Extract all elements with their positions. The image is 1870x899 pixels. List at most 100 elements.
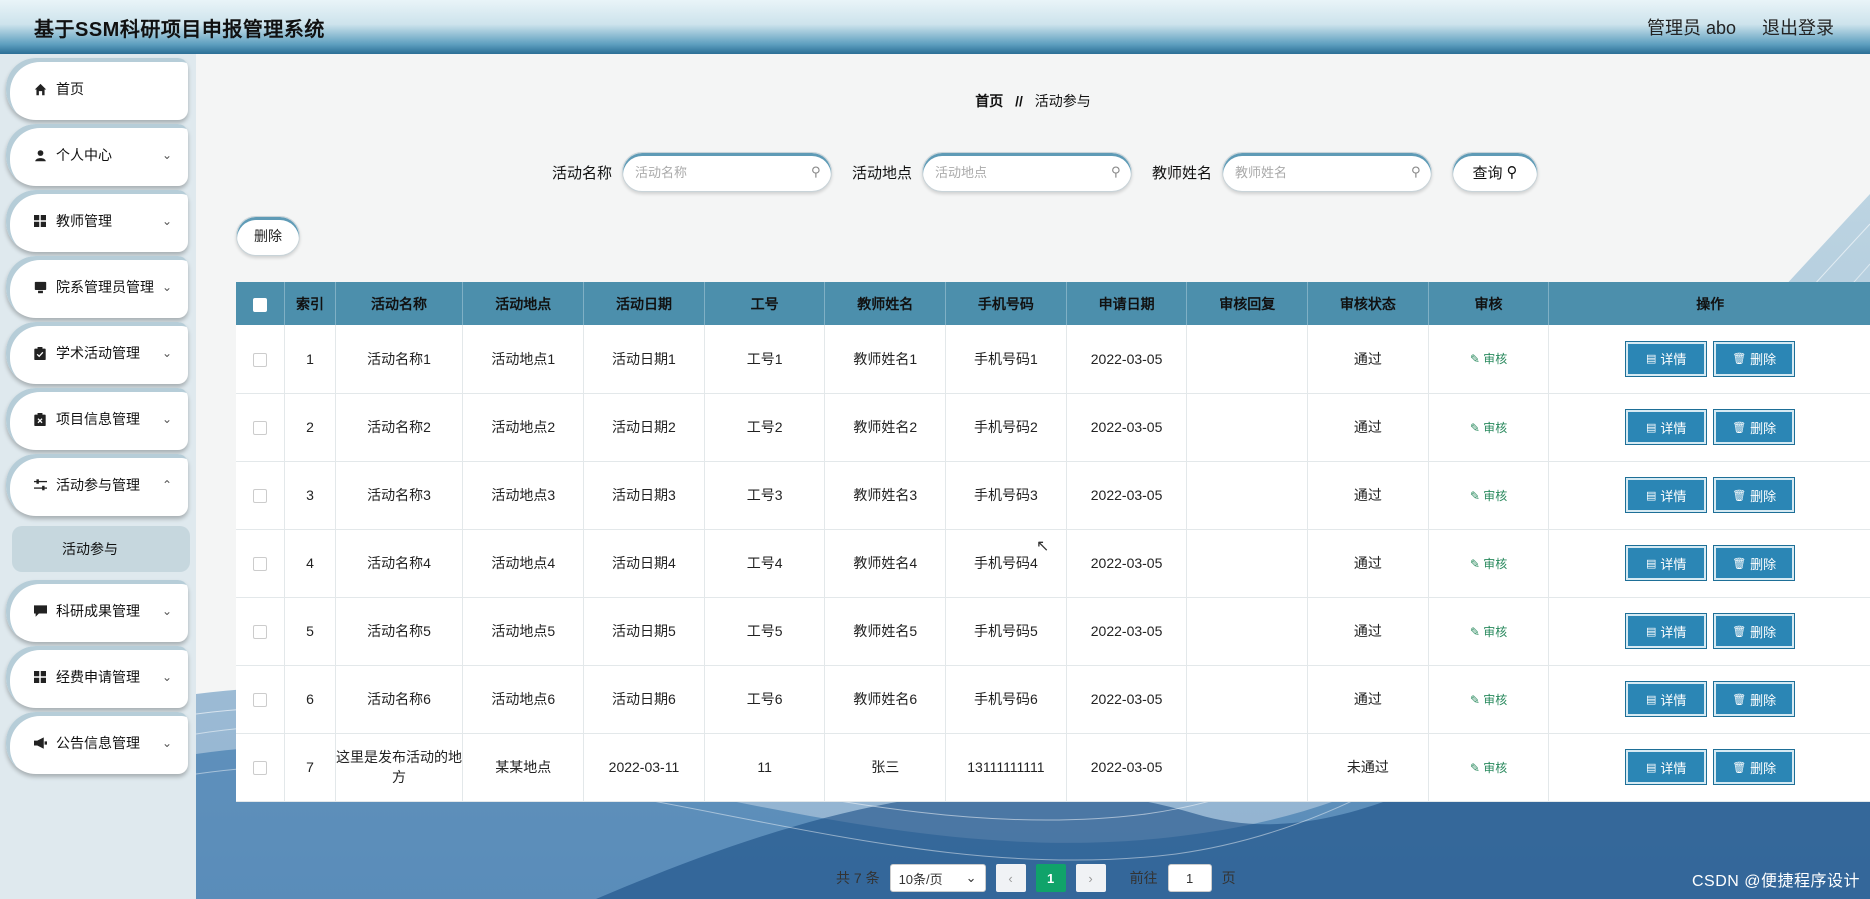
sidebar-item-teacher[interactable]: 教师管理 ⌄ bbox=[6, 190, 188, 252]
activity-place-input[interactable] bbox=[935, 164, 1112, 180]
select-all-checkbox[interactable] bbox=[253, 297, 268, 312]
audit-link[interactable]: ✎ 审核 bbox=[1470, 421, 1507, 435]
audit-cell: ✎ 审核 bbox=[1428, 461, 1550, 530]
audit-link-label: 审核 bbox=[1483, 624, 1508, 639]
delete-row-button[interactable]: 🗑 删除 bbox=[1714, 682, 1795, 716]
cell-reply bbox=[1186, 461, 1309, 530]
row-checkbox[interactable] bbox=[253, 625, 268, 640]
audit-link[interactable]: ✎ 审核 bbox=[1470, 489, 1507, 503]
detail-button[interactable]: ▤ 详情 bbox=[1626, 614, 1707, 648]
sidebar-item-notice[interactable]: 公告信息管理 ⌄ bbox=[6, 712, 188, 774]
cell-phone: 手机号码2 bbox=[945, 393, 1067, 462]
teacher-name-input[interactable] bbox=[1235, 164, 1412, 180]
batch-delete-button[interactable]: 删除 bbox=[236, 216, 300, 256]
delete-row-button[interactable]: 🗑 删除 bbox=[1714, 546, 1795, 580]
cell-apply: 2022-03-05 bbox=[1066, 529, 1188, 598]
table-row: 4 活动名称4 活动地点4 活动日期4 工号4 教师姓名4 手机号码4 2022-03-05 通… bbox=[236, 529, 1870, 598]
detail-button-label: 详情 bbox=[1660, 760, 1687, 776]
cell-name: 活动名称4 bbox=[335, 529, 464, 598]
audit-link[interactable]: ✎ 审核 bbox=[1470, 625, 1507, 639]
cell-id: 工号5 bbox=[704, 597, 826, 666]
cell-reply bbox=[1186, 393, 1309, 462]
detail-button[interactable]: ▤ 详情 bbox=[1626, 410, 1707, 444]
delete-button-label: 删除 bbox=[1750, 556, 1777, 572]
audit-link[interactable]: ✎ 审核 bbox=[1470, 693, 1507, 707]
page-size-select[interactable]: 10条/页 ⌄ bbox=[889, 864, 986, 892]
delete-row-button[interactable]: 🗑 删除 bbox=[1714, 341, 1795, 376]
cell-apply: 2022-03-05 bbox=[1066, 325, 1188, 394]
delete-row-button[interactable]: 🗑 删除 bbox=[1714, 750, 1795, 784]
sidebar-item-funding[interactable]: 经费申请管理 ⌄ bbox=[6, 646, 188, 708]
activity-name-input[interactable] bbox=[635, 164, 812, 180]
sidebar-subitem-activity-participation[interactable]: 活动参与 bbox=[12, 526, 190, 572]
audit-link[interactable]: ✎ 审核 bbox=[1470, 352, 1507, 366]
edit-icon: ✎ bbox=[1469, 352, 1484, 367]
document-icon: ▤ bbox=[1645, 625, 1657, 638]
row-checkbox[interactable] bbox=[253, 489, 268, 504]
audit-link[interactable]: ✎ 审核 bbox=[1470, 557, 1507, 571]
audit-link-label: 审核 bbox=[1483, 352, 1508, 367]
sidebar-item-project[interactable]: 项目信息管理 ⌄ bbox=[6, 388, 188, 450]
cell-status: 通过 bbox=[1307, 529, 1429, 598]
sidebar-item-label: 项目信息管理 bbox=[56, 411, 140, 427]
chevron-right-icon: › bbox=[1088, 870, 1093, 886]
next-page-button[interactable]: › bbox=[1075, 864, 1106, 892]
audit-cell: ✎ 审核 bbox=[1428, 665, 1550, 734]
sidebar-item-label: 个人中心 bbox=[56, 147, 112, 163]
activity-place-field[interactable]: ⚲ bbox=[922, 152, 1133, 192]
sidebar-item-academic[interactable]: 学术活动管理 ⌄ bbox=[6, 322, 188, 384]
current-page-button[interactable]: 1 bbox=[1035, 864, 1066, 892]
actions-cell: ▤ 详情 🗑 删除 bbox=[1548, 733, 1870, 802]
row-checkbox[interactable] bbox=[253, 761, 268, 776]
detail-button[interactable]: ▤ 详情 bbox=[1626, 341, 1707, 376]
detail-button-label: 详情 bbox=[1660, 692, 1687, 708]
clipboard-x-icon bbox=[32, 411, 48, 427]
cell-date: 活动日期1 bbox=[583, 325, 705, 394]
detail-button[interactable]: ▤ 详情 bbox=[1626, 478, 1707, 512]
cell-apply: 2022-03-05 bbox=[1066, 461, 1188, 530]
mouse-cursor-icon: ↖ bbox=[1036, 538, 1050, 555]
chevron-down-icon: ⌄ bbox=[161, 736, 172, 750]
trash-icon: 🗑 bbox=[1732, 557, 1747, 570]
detail-button[interactable]: ▤ 详情 bbox=[1626, 682, 1707, 716]
cell-idx: 3 bbox=[284, 461, 336, 530]
sliders-icon bbox=[32, 477, 48, 493]
current-user[interactable]: 管理员 abo bbox=[1647, 14, 1736, 40]
cell-phone: 手机号码6 bbox=[945, 665, 1067, 734]
total-count: 共 7 条 bbox=[836, 870, 880, 886]
row-checkbox[interactable] bbox=[253, 352, 268, 367]
teacher-name-field[interactable]: ⚲ bbox=[1222, 152, 1433, 192]
document-icon: ▤ bbox=[1645, 489, 1657, 502]
actions-cell: ▤ 详情 🗑 删除 bbox=[1548, 597, 1870, 666]
activity-name-field[interactable]: ⚲ bbox=[622, 152, 833, 192]
goto-page-input[interactable]: 1 bbox=[1167, 864, 1212, 892]
delete-row-button[interactable]: 🗑 删除 bbox=[1714, 410, 1795, 444]
row-select-cell bbox=[236, 597, 286, 666]
logout-link[interactable]: 退出登录 bbox=[1762, 14, 1834, 40]
query-button[interactable]: 查询 ⚲ bbox=[1452, 152, 1539, 192]
sidebar-item-home[interactable]: 首页 bbox=[6, 58, 188, 120]
cell-teacher: 教师姓名3 bbox=[824, 461, 947, 530]
sidebar-item-activity[interactable]: 活动参与管理 ⌃ bbox=[6, 454, 188, 516]
delete-row-button[interactable]: 🗑 删除 bbox=[1714, 614, 1795, 648]
detail-button[interactable]: ▤ 详情 bbox=[1626, 546, 1707, 580]
audit-link[interactable]: ✎ 审核 bbox=[1470, 761, 1507, 775]
row-checkbox[interactable] bbox=[253, 421, 268, 436]
table-row: 3 活动名称3 活动地点3 活动日期3 工号3 教师姓名3 手机号码3 2022-03-05 通… bbox=[236, 461, 1870, 530]
chevron-up-icon: ⌃ bbox=[161, 478, 172, 492]
sidebar-item-research[interactable]: 科研成果管理 ⌄ bbox=[6, 580, 188, 642]
row-checkbox[interactable] bbox=[253, 693, 268, 708]
user-icon bbox=[32, 147, 48, 163]
sidebar-item-personal[interactable]: 个人中心 ⌄ bbox=[6, 124, 188, 186]
sidebar-item-dept-admin[interactable]: 院系管理员管理 ⌄ bbox=[6, 256, 188, 318]
cell-phone: 手机号码3 bbox=[945, 461, 1067, 530]
breadcrumb-home[interactable]: 首页 bbox=[975, 93, 1003, 109]
trash-icon: 🗑 bbox=[1732, 353, 1747, 366]
detail-button[interactable]: ▤ 详情 bbox=[1626, 750, 1707, 784]
cell-teacher: 教师姓名1 bbox=[824, 325, 947, 394]
sidebar-item-label: 教师管理 bbox=[56, 213, 112, 229]
delete-row-button[interactable]: 🗑 删除 bbox=[1714, 478, 1795, 512]
prev-page-button[interactable]: ‹ bbox=[995, 864, 1026, 892]
detail-button-label: 详情 bbox=[1660, 624, 1687, 640]
row-checkbox[interactable] bbox=[253, 557, 268, 572]
